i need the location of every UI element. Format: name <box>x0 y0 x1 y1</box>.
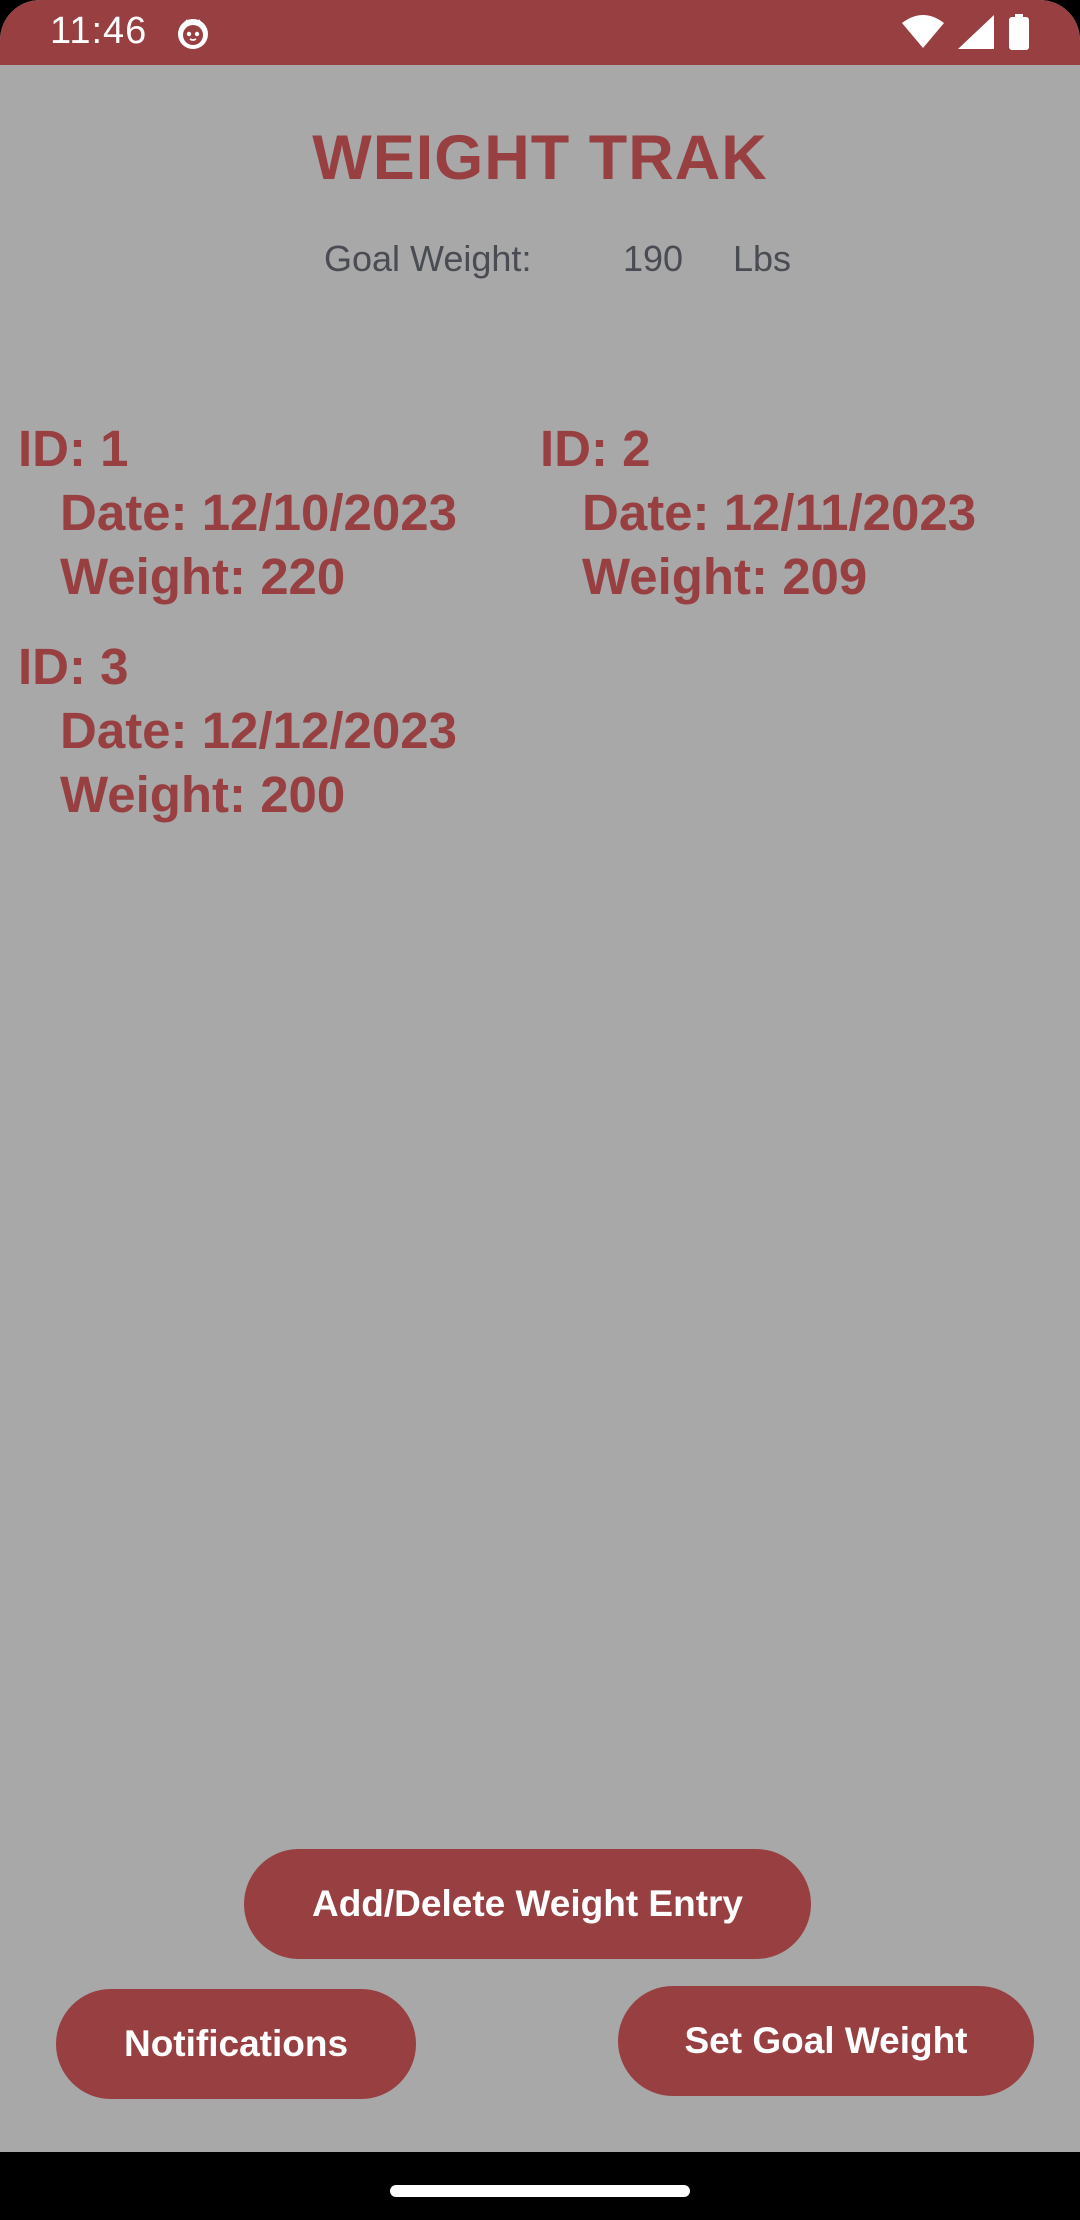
battery-icon <box>1009 14 1029 50</box>
goal-weight-value: 190 <box>623 238 684 279</box>
status-time: 11:46 <box>50 10 148 52</box>
notifications-button[interactable]: Notifications <box>56 1989 416 2099</box>
entry-weight: Weight: 220 <box>60 548 346 605</box>
entry-id: ID: 1 <box>18 420 129 477</box>
entry-id: ID: 3 <box>18 638 129 695</box>
entry-weight: Weight: 200 <box>60 766 346 823</box>
set-goal-weight-button[interactable]: Set Goal Weight <box>618 1986 1034 2096</box>
entry-weight: Weight: 209 <box>582 548 868 605</box>
goal-weight-unit: Lbs <box>733 238 792 279</box>
wifi-icon <box>902 15 944 48</box>
add-delete-entry-button[interactable]: Add/Delete Weight Entry <box>244 1849 811 1959</box>
cat-icon <box>178 19 208 49</box>
cell-signal-icon <box>958 15 994 49</box>
status-icons <box>902 14 1030 50</box>
status-bar: 11:46 <box>0 0 1080 65</box>
goal-weight-label: Goal Weight: <box>324 238 532 279</box>
entry-date: Date: 12/12/2023 <box>60 702 457 759</box>
app-title: WEIGHT TRAK <box>312 123 768 193</box>
weight-entry: ID: 2 Date: 12/11/2023 Weight: 209 <box>540 417 976 609</box>
weight-entry: ID: 1 Date: 12/10/2023 Weight: 220 <box>18 417 457 609</box>
home-gesture-handle[interactable] <box>390 2185 690 2197</box>
app-screen: 11:46 WEIGHT TRAK Goal Weight: 190 Lbs I… <box>0 0 1080 2220</box>
weight-entry: ID: 3 Date: 12/12/2023 Weight: 200 <box>18 635 457 827</box>
navigation-bar <box>0 2152 1080 2220</box>
entry-date: Date: 12/10/2023 <box>60 484 457 541</box>
entry-id: ID: 2 <box>540 420 651 477</box>
entry-date: Date: 12/11/2023 <box>582 484 977 541</box>
